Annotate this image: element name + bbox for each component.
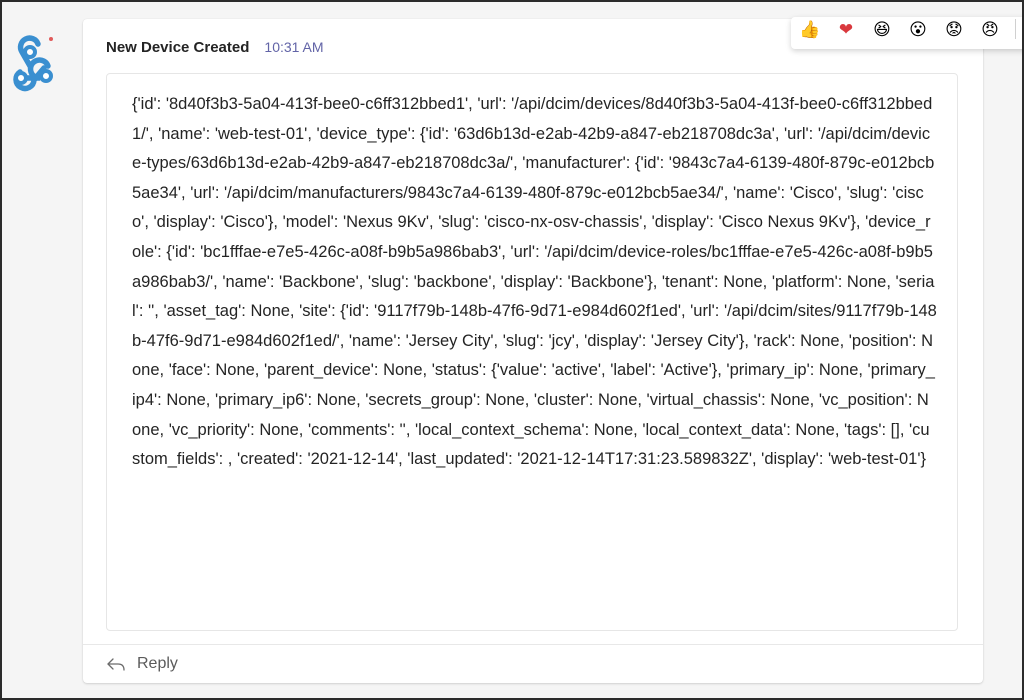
message-timestamp[interactable]: 10:31 AM: [264, 39, 323, 55]
heart-icon[interactable]: ❤: [835, 18, 857, 40]
reply-arrow-icon: [107, 658, 125, 671]
surprised-icon[interactable]: 😮: [907, 18, 929, 40]
webhook-avatar[interactable]: [4, 30, 64, 92]
laugh-icon[interactable]: 😆: [871, 18, 893, 40]
message-header: New Device Created 10:31 AM: [106, 39, 324, 59]
reply-divider: [83, 644, 983, 645]
reaction-bar: 👍 ❤ 😆 😮 😟 😠 ···: [791, 17, 1024, 49]
sender-name: New Device Created: [106, 39, 250, 56]
message-body: {'id': '8d40f3b3-5a04-413f-bee0-c6ff312b…: [132, 95, 937, 469]
angry-icon[interactable]: 😠: [979, 18, 1001, 40]
reply-label: Reply: [137, 655, 178, 672]
message-card: New Device Created 10:31 AM {'id': '8d40…: [83, 17, 1024, 683]
sad-icon[interactable]: 😟: [943, 18, 965, 40]
webhook-icon: [13, 35, 53, 92]
reaction-divider: [1015, 19, 1016, 39]
like-icon[interactable]: 👍: [799, 18, 821, 40]
reply-button[interactable]: Reply: [105, 649, 178, 679]
message-payload-box: {'id': '8d40f3b3-5a04-413f-bee0-c6ff312b…: [106, 73, 958, 631]
